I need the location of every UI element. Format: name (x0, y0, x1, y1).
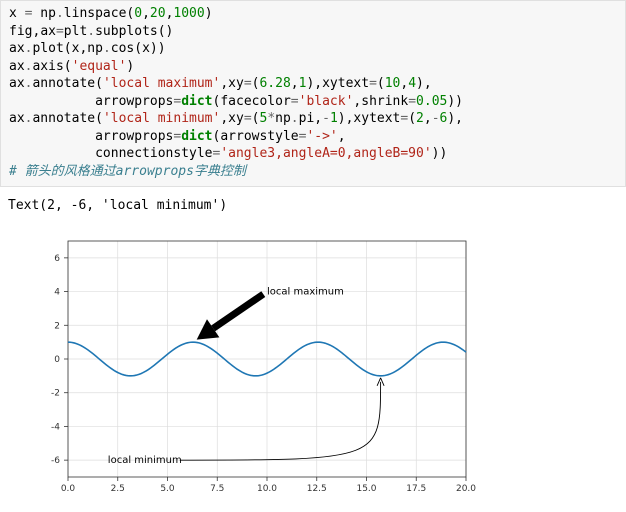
annotation-label-max: local maximum (267, 287, 344, 298)
svg-text:-6: -6 (51, 456, 60, 466)
plot-output: 0.0 2.5 5.0 7.5 10.0 12.5 15.0 17.5 20.0 -6 -4 -2 0 2… (0, 225, 626, 511)
svg-text:-2: -2 (51, 389, 60, 399)
svg-text:-4: -4 (51, 422, 60, 432)
svg-text:15.0: 15.0 (356, 484, 376, 494)
annotation-arrow-thin (180, 382, 381, 460)
svg-text:6: 6 (54, 254, 60, 264)
annotation-arrow-thick (213, 294, 263, 328)
chart-svg: 0.0 2.5 5.0 7.5 10.0 12.5 15.0 17.5 20.0 -6 -4 -2 0 2… (8, 231, 478, 503)
svg-text:2: 2 (54, 321, 60, 331)
output-repr: Text(2, -6, 'local minimum') (8, 198, 227, 213)
svg-text:4: 4 (54, 288, 60, 298)
svg-text:10.0: 10.0 (257, 484, 277, 494)
code-cell: x = np.linspace(0,20,1000) fig,ax=plt.su… (0, 0, 626, 187)
output-text: Text(2, -6, 'local minimum') (0, 187, 626, 225)
svg-text:17.5: 17.5 (406, 484, 426, 494)
svg-text:12.5: 12.5 (307, 484, 327, 494)
annotation-label-min: local minimum (108, 455, 182, 466)
svg-text:20.0: 20.0 (456, 484, 476, 494)
svg-text:0.0: 0.0 (61, 484, 76, 494)
code-comment: # 箭头的风格通过arrowprops字典控制 (9, 164, 246, 179)
code-token: x (9, 6, 25, 21)
svg-text:7.5: 7.5 (210, 484, 224, 494)
svg-text:0: 0 (54, 355, 60, 365)
svg-text:2.5: 2.5 (111, 484, 125, 494)
svg-text:5.0: 5.0 (160, 484, 175, 494)
